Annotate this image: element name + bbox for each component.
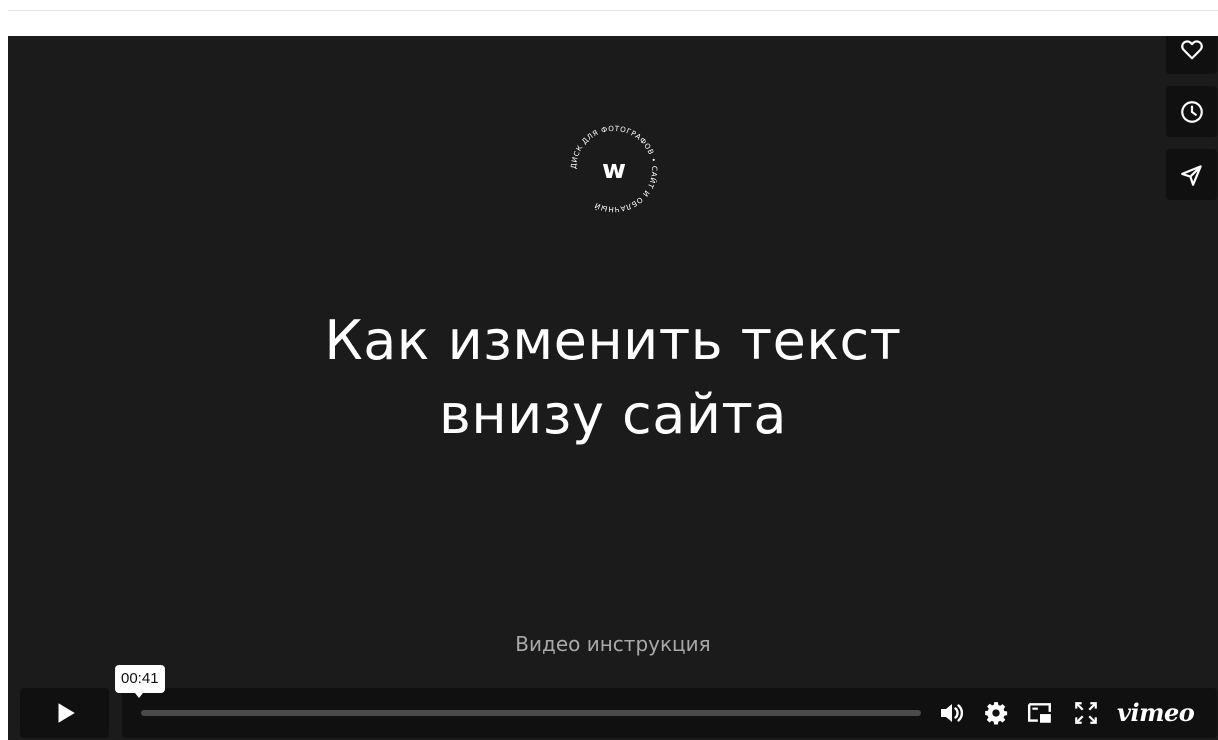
logo-letter: w [602, 155, 626, 185]
like-button[interactable] [1166, 36, 1217, 74]
clock-icon [1180, 100, 1203, 123]
video-subtitle: Видео инструкция [515, 632, 711, 656]
picture-in-picture-icon [1027, 703, 1051, 723]
vimeo-logo-link[interactable]: vimeo [1117, 698, 1195, 727]
heart-icon [1180, 39, 1203, 59]
time-tooltip: 00:41 [115, 665, 165, 693]
settings-icon [985, 702, 1008, 725]
progress-bar[interactable] [141, 710, 921, 716]
control-bar: vimeo [122, 688, 1217, 738]
fullscreen-button[interactable] [1072, 700, 1100, 726]
title-line-1: Как изменить текст [324, 309, 902, 372]
volume-button[interactable] [938, 700, 966, 726]
time-tooltip-arrow [135, 693, 143, 698]
volume-icon [941, 704, 964, 722]
play-button[interactable] [20, 688, 109, 738]
brand-logo: ДИСК ДЛЯ ФОТОГРАФОВ • САЙТ И ОБЛАЧНЫЙ w [569, 124, 659, 214]
fullscreen-icon [1075, 702, 1097, 724]
share-button[interactable] [1166, 149, 1217, 200]
video-player[interactable]: ДИСК ДЛЯ ФОТОГРАФОВ • САЙТ И ОБЛАЧНЫЙ w … [8, 36, 1218, 740]
watch-later-button[interactable] [1166, 86, 1217, 137]
settings-button[interactable] [982, 700, 1010, 726]
play-icon [58, 703, 75, 723]
page-top-strip [8, 10, 1218, 36]
video-title: Как изменить текст внизу сайта [8, 304, 1218, 452]
title-line-2: внизу сайта [439, 383, 787, 446]
paper-plane-icon [1180, 164, 1202, 186]
pip-button[interactable] [1026, 700, 1054, 726]
